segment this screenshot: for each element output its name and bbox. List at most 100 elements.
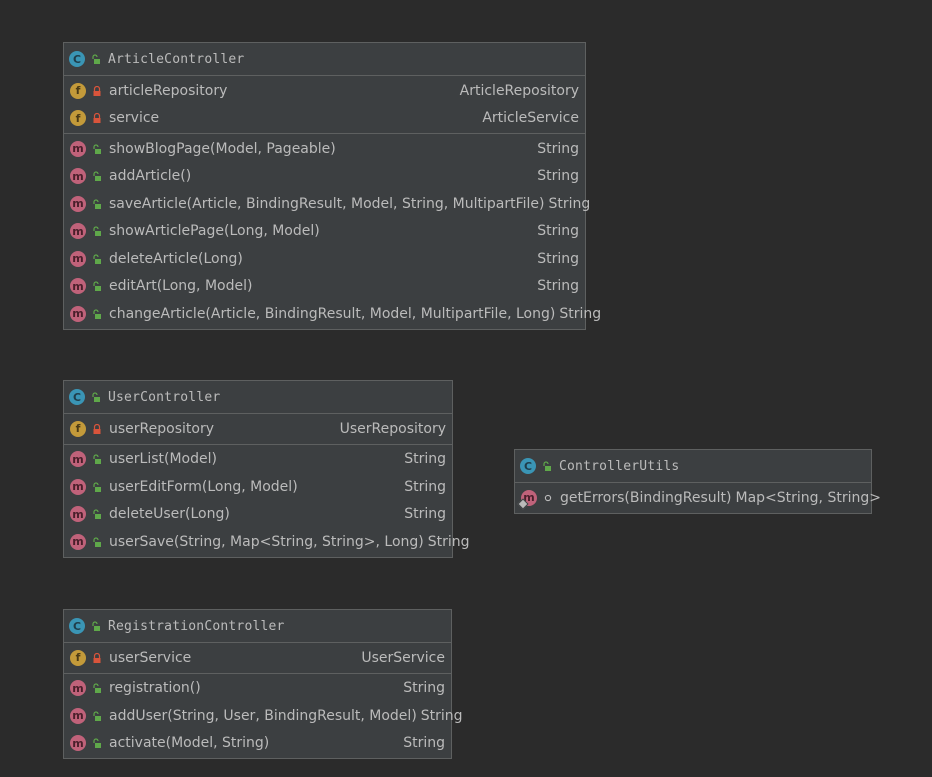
field-type: UserService	[361, 649, 445, 666]
methods-section: m userList(Model) String m userEditForm(…	[64, 445, 470, 557]
field-type: ArticleService	[482, 110, 579, 127]
method-icon: m	[70, 451, 86, 468]
method-return-type: String	[559, 305, 602, 322]
method-return-type: String	[548, 195, 591, 212]
method-row[interactable]: m userList(Model) String	[64, 446, 452, 474]
method-name: activate(Model, String)	[109, 735, 270, 752]
package-private-icon	[543, 493, 553, 503]
class-name: ControllerUtils	[559, 458, 680, 474]
method-name: showArticlePage(Long, Model)	[109, 223, 320, 240]
public-lock-icon	[91, 392, 101, 402]
class-header: C ControllerUtils	[515, 450, 871, 483]
field-type: ArticleRepository	[459, 82, 579, 99]
fields-section: f userService UserService	[64, 643, 451, 674]
field-type: UserRepository	[339, 420, 446, 437]
method-row[interactable]: m deleteArticle(Long) String	[64, 245, 585, 273]
method-name: userEditForm(Long, Model)	[109, 478, 298, 495]
method-name: saveArticle(Article, BindingResult, Mode…	[109, 195, 545, 212]
method-icon: m	[70, 223, 86, 240]
registration-controller-class[interactable]: C RegistrationController f userService U…	[63, 609, 463, 759]
field-icon: f	[70, 82, 86, 99]
method-return-type: String	[420, 707, 463, 724]
method-name: addUser(String, User, BindingResult, Mod…	[109, 707, 417, 724]
class-header: C ArticleController	[64, 43, 585, 76]
method-row[interactable]: m addUser(String, User, BindingResult, M…	[64, 702, 463, 730]
method-row[interactable]: m deleteUser(Long) String	[64, 501, 452, 529]
user-controller-class[interactable]: C UserController f userRepository UserRe…	[63, 380, 470, 558]
private-lock-icon	[92, 85, 102, 96]
method-name: editArt(Long, Model)	[109, 278, 253, 295]
class-icon: C	[69, 51, 85, 67]
public-lock-icon	[91, 621, 101, 631]
method-return-type: String	[404, 451, 446, 468]
method-row[interactable]: m activate(Model, String) String	[64, 730, 451, 758]
method-row[interactable]: m getErrors(BindingResult) Map<String, S…	[515, 484, 881, 512]
field-row[interactable]: f userRepository UserRepository	[64, 415, 452, 443]
method-return-type: String	[404, 478, 446, 495]
public-lock-icon	[92, 226, 102, 237]
method-return-type: String	[537, 278, 579, 295]
private-lock-icon	[92, 113, 102, 124]
method-icon: m	[70, 168, 86, 185]
class-name: ArticleController	[108, 51, 245, 67]
methods-section: m showBlogPage(Model, Pageable) String m…	[64, 134, 601, 329]
public-lock-icon	[91, 54, 101, 64]
method-icon: m	[70, 478, 86, 495]
public-lock-icon	[92, 683, 102, 694]
class-icon: C	[69, 389, 85, 405]
method-name: userSave(String, Map<String, String>, Lo…	[109, 533, 424, 550]
field-name: articleRepository	[109, 82, 228, 99]
method-row[interactable]: m showBlogPage(Model, Pageable) String	[64, 135, 585, 163]
class-icon: C	[520, 458, 536, 474]
method-icon: m	[70, 250, 86, 267]
class-name: RegistrationController	[108, 618, 285, 634]
method-row[interactable]: m saveArticle(Article, BindingResult, Mo…	[64, 190, 590, 218]
method-icon: m	[70, 735, 86, 752]
public-lock-icon	[92, 281, 102, 292]
fields-section: f userRepository UserRepository	[64, 414, 452, 445]
public-lock-icon	[92, 199, 102, 209]
public-lock-icon	[92, 254, 102, 264]
controller-utils-class[interactable]: C ControllerUtils m getErrors(BindingRes…	[514, 449, 881, 514]
public-lock-icon	[92, 171, 102, 182]
public-lock-icon	[92, 711, 102, 721]
field-name: service	[109, 110, 160, 127]
fields-section: f articleRepository ArticleRepository f …	[64, 76, 585, 134]
method-row[interactable]: m showArticlePage(Long, Model) String	[64, 218, 585, 246]
field-row[interactable]: f service ArticleService	[64, 105, 585, 133]
public-lock-icon	[92, 144, 102, 154]
method-return-type: Map<String, String>	[735, 489, 881, 506]
private-lock-icon	[92, 423, 102, 434]
method-icon: m	[70, 707, 86, 724]
method-name: userList(Model)	[109, 451, 217, 468]
method-name: showBlogPage(Model, Pageable)	[109, 140, 336, 157]
public-lock-icon	[92, 454, 102, 465]
method-icon: m	[70, 278, 86, 295]
method-row[interactable]: m addArticle() String	[64, 163, 585, 191]
method-name: addArticle()	[109, 168, 192, 185]
method-row[interactable]: m userEditForm(Long, Model) String	[64, 473, 452, 501]
method-row[interactable]: m userSave(String, Map<String, String>, …	[64, 528, 470, 556]
class-header: C UserController	[64, 381, 452, 414]
article-controller-class[interactable]: C ArticleController f articleRepository …	[63, 42, 601, 330]
method-name: deleteArticle(Long)	[109, 250, 243, 267]
method-return-type: String	[427, 533, 470, 550]
method-row[interactable]: m editArt(Long, Model) String	[64, 273, 585, 301]
public-lock-icon	[92, 537, 102, 547]
public-lock-icon	[92, 738, 102, 749]
method-return-type: String	[537, 140, 579, 157]
method-name: getErrors(BindingResult)	[560, 489, 732, 506]
class-icon: C	[69, 618, 85, 634]
method-row[interactable]: m registration() String	[64, 675, 451, 703]
method-row[interactable]: m changeArticle(Article, BindingResult, …	[64, 300, 601, 328]
field-icon: f	[70, 649, 86, 666]
field-name: userRepository	[109, 420, 214, 437]
static-method-icon: m	[517, 489, 537, 510]
class-header: C RegistrationController	[64, 610, 451, 643]
method-icon: m	[70, 140, 86, 157]
methods-section: m getErrors(BindingResult) Map<String, S…	[515, 483, 881, 513]
field-row[interactable]: f articleRepository ArticleRepository	[64, 77, 585, 105]
field-row[interactable]: f userService UserService	[64, 644, 451, 672]
method-return-type: String	[403, 680, 445, 697]
method-icon: m	[70, 533, 86, 550]
